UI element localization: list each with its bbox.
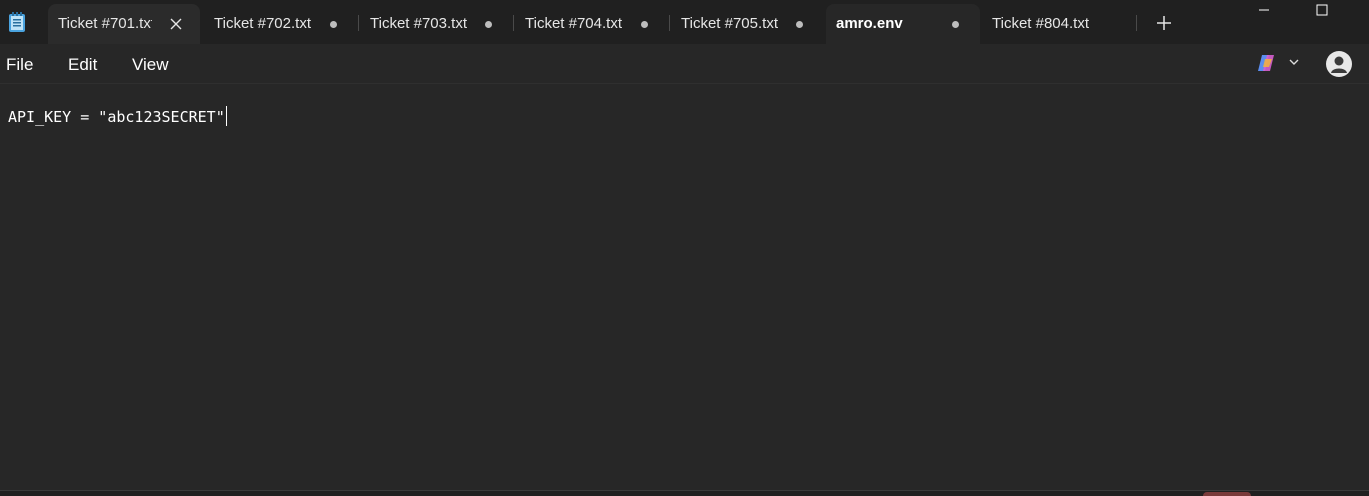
tab-unsaved-indicator[interactable]: [477, 13, 499, 35]
new-tab-button[interactable]: [1152, 11, 1176, 35]
close-icon: [170, 18, 182, 30]
tab-unsaved-indicator[interactable]: [788, 13, 810, 35]
tab-ticket-701[interactable]: Ticket #701.txt: [48, 4, 200, 44]
tab-label: Ticket #701.txt: [58, 15, 152, 32]
minimize-button[interactable]: [1241, 0, 1287, 20]
text-caret: [225, 106, 227, 126]
editor-line-text: API_KEY = "abc123SECRET": [8, 108, 225, 126]
status-indicator: [1203, 492, 1251, 496]
copilot-icon[interactable]: [1256, 53, 1278, 73]
unsaved-dot-icon: [640, 20, 648, 28]
tab-separator: [1136, 15, 1137, 31]
tab-separator: [513, 15, 514, 31]
maximize-button[interactable]: [1299, 0, 1345, 20]
menu-file[interactable]: File: [6, 55, 33, 75]
tab-unsaved-indicator[interactable]: [322, 13, 344, 35]
status-bar: [0, 490, 1369, 496]
tab-label: Ticket #704.txt: [525, 15, 622, 32]
menu-view[interactable]: View: [132, 55, 169, 75]
minimize-icon: [1259, 9, 1269, 11]
menu-edit[interactable]: Edit: [68, 55, 97, 75]
plus-icon: [1157, 16, 1171, 30]
tab-ticket-702[interactable]: Ticket #702.txt: [204, 4, 356, 44]
editor-line-1[interactable]: API_KEY = "abc123SECRET": [8, 106, 227, 126]
tab-close-button[interactable]: [165, 13, 187, 35]
unsaved-dot-icon: [795, 20, 803, 28]
tab-separator: [358, 15, 359, 31]
text-editor[interactable]: API_KEY = "abc123SECRET": [0, 84, 1369, 490]
tab-amro-env[interactable]: amro.env: [826, 4, 980, 44]
maximize-icon: [1316, 4, 1328, 16]
menu-bar: File Edit View: [0, 44, 1369, 84]
user-silhouette-icon: [1331, 56, 1347, 73]
tab-unsaved-indicator[interactable]: [944, 13, 966, 35]
tab-label: Ticket #702.txt: [214, 15, 311, 32]
account-icon[interactable]: [1326, 51, 1352, 77]
tab-ticket-703[interactable]: Ticket #703.txt: [360, 4, 512, 44]
tab-label: Ticket #703.txt: [370, 15, 467, 32]
unsaved-dot-icon: [329, 20, 337, 28]
tab-label: amro.env: [836, 15, 903, 32]
tab-unsaved-indicator[interactable]: [633, 13, 655, 35]
title-bar: Ticket #701.txt Ticket #702.txt Ticket #…: [0, 0, 1369, 44]
tab-separator: [669, 15, 670, 31]
tab-ticket-804[interactable]: Ticket #804.txt: [982, 4, 1134, 44]
notepad-icon: [9, 12, 25, 32]
tab-ticket-705[interactable]: Ticket #705.txt: [671, 4, 823, 44]
tab-label: Ticket #804.txt: [992, 15, 1089, 32]
unsaved-dot-icon: [951, 20, 959, 28]
tab-ticket-704[interactable]: Ticket #704.txt: [515, 4, 667, 44]
unsaved-dot-icon: [484, 20, 492, 28]
tab-label: Ticket #705.txt: [681, 15, 778, 32]
chevron-down-icon[interactable]: [1287, 55, 1301, 69]
